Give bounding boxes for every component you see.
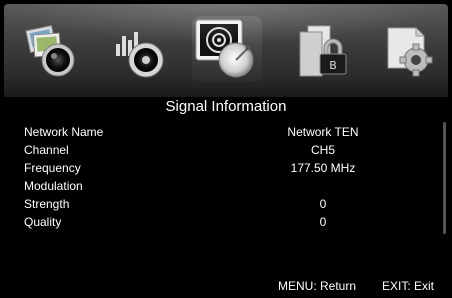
row-value: 0	[319, 197, 327, 211]
exit-hint: EXIT: Exit	[382, 279, 435, 293]
row-label: Strength	[24, 197, 70, 211]
svg-text:B: B	[329, 59, 337, 72]
menu-icon-bar: B	[4, 4, 448, 97]
info-row-quality: Quality 0	[4, 213, 444, 231]
info-row-modulation: Modulation	[4, 177, 444, 195]
info-row-network-name: Network Name Network TEN	[4, 123, 444, 141]
menu-return-hint: MENU: Return	[278, 279, 357, 293]
row-label: Modulation	[24, 179, 83, 193]
row-label: Network Name	[24, 125, 104, 139]
info-row-frequency: Frequency 177.50 MHz	[4, 159, 444, 177]
info-row-channel: Channel CH5	[4, 141, 444, 159]
row-label: Channel	[24, 143, 69, 157]
lock-icon[interactable]: B	[290, 18, 354, 82]
tv-osd-screen: B Signal Information Network Name Networ…	[4, 4, 448, 294]
row-label: Frequency	[24, 161, 81, 175]
settings-icon[interactable]	[376, 18, 440, 82]
row-value: Network TEN	[287, 125, 359, 139]
info-row-strength: Strength 0	[4, 195, 444, 213]
channel-search-icon[interactable]	[190, 12, 264, 86]
signal-info-panel: Network Name Network TEN Channel CH5 Fre…	[4, 117, 448, 277]
row-value: 0	[319, 215, 327, 229]
picture-icon[interactable]	[20, 18, 84, 82]
scrollbar[interactable]	[443, 122, 446, 234]
row-label: Quality	[24, 215, 62, 229]
row-value: 177.50 MHz	[290, 161, 356, 175]
footer-hints: MENU: Return EXIT: Exit	[4, 278, 448, 294]
row-value: CH5	[310, 143, 335, 157]
page-title: Signal Information	[4, 97, 448, 117]
sound-icon[interactable]	[108, 18, 172, 82]
